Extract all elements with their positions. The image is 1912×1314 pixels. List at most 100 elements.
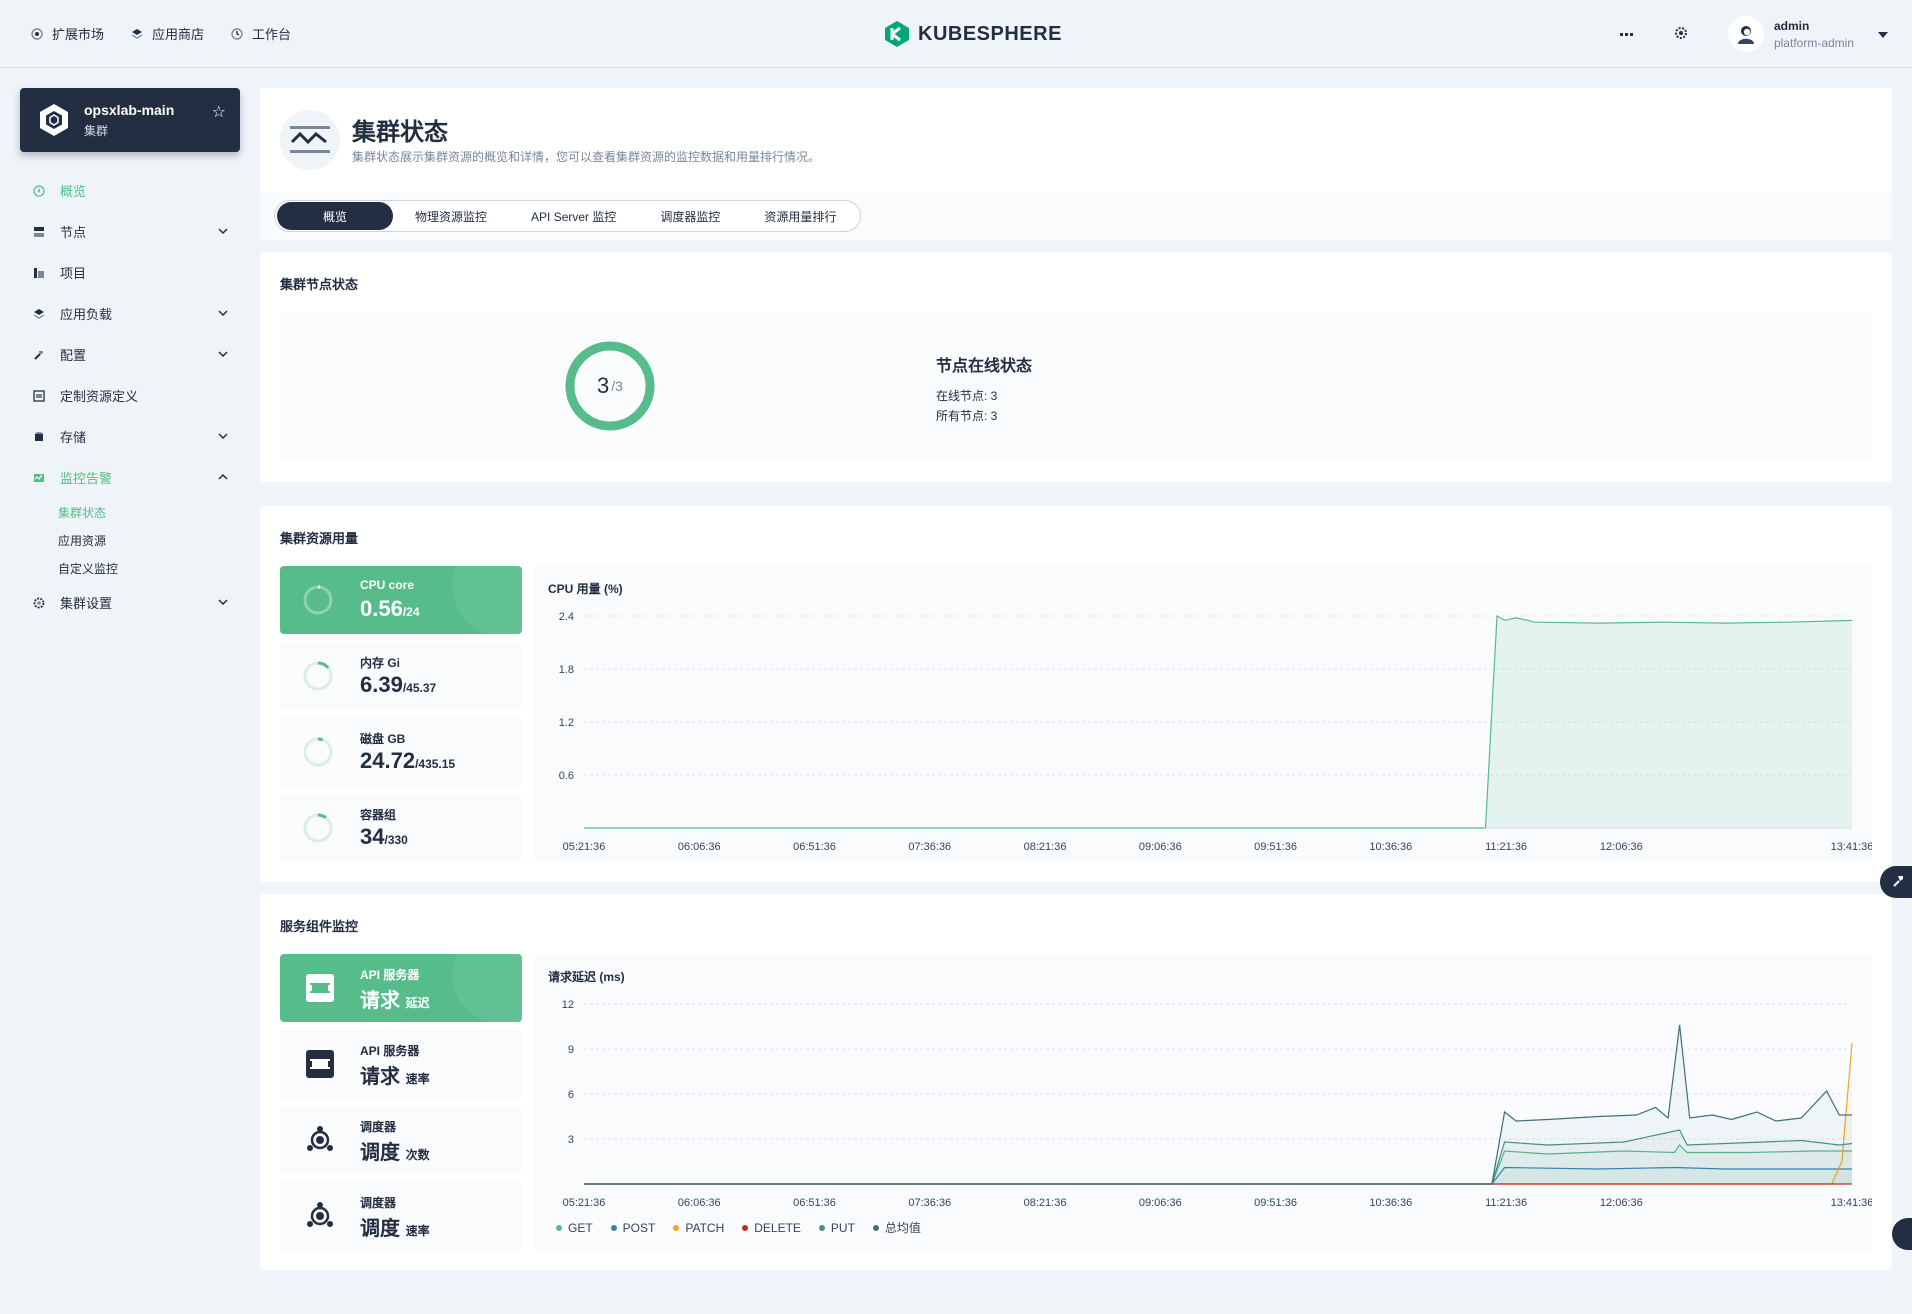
metric-value: 0.56/24 <box>360 596 420 622</box>
topnav-label: 工作台 <box>252 27 292 42</box>
metric-total: /45.37 <box>402 681 437 695</box>
sidebar-item-nodes[interactable]: 节点 <box>20 211 240 252</box>
legend-item-patch[interactable]: PATCH <box>673 1219 724 1236</box>
sidebar-subitem-cluster-status[interactable]: 集群状态 <box>20 498 240 526</box>
top-bar: 扩展市场 应用商店 工作台 KUBESPHERE admin platform-… <box>0 0 1912 68</box>
legend-item-post[interactable]: POST <box>610 1219 655 1236</box>
page-header: 集群状态 集群状态展示集群资源的概览和详情，您可以查看集群资源的监控数据和用量排… <box>260 88 1892 192</box>
topnav-workbench[interactable]: 工作台 <box>230 24 291 43</box>
page-title: 集群状态 <box>352 119 448 146</box>
x-tick-label: 13:41:36 <box>1831 841 1872 853</box>
tab-physical-resources[interactable]: 物理资源监控 <box>393 202 509 230</box>
cluster-type: 集群 <box>84 124 109 138</box>
metric-label: 容器组 <box>360 808 397 822</box>
service-unit: 速率 <box>405 1224 430 1238</box>
sidebar-item-projects[interactable]: 项目 <box>20 252 240 293</box>
metric-pods[interactable]: 容器组 34/330 <box>280 794 522 862</box>
scheduler-icon <box>304 1200 336 1232</box>
tab-resource-ranking[interactable]: 资源用量排行 <box>742 202 858 230</box>
apps-grid-icon[interactable] <box>1619 27 1634 41</box>
x-tick-label: 10:36:36 <box>1369 841 1412 853</box>
tab-api-server[interactable]: API Server 监控 <box>509 202 638 230</box>
x-tick-label: 09:06:36 <box>1139 841 1182 853</box>
tab-scheduler[interactable]: 调度器监控 <box>638 202 742 230</box>
legend-item-total[interactable]: 总均值 <box>872 1219 921 1236</box>
metric-value-number: 6.39 <box>360 672 403 697</box>
tab-overview[interactable]: 概览 <box>277 202 393 230</box>
metric-value: 24.72/435.15 <box>360 748 455 774</box>
legend-dot <box>742 1224 749 1231</box>
service-label: API 服务器 <box>360 968 420 982</box>
legend-dot <box>872 1224 879 1231</box>
usage-ring <box>303 813 333 843</box>
sidebar-item-label: 节点 <box>60 225 87 240</box>
y-tick-label: 3 <box>568 1134 574 1146</box>
metric-memory[interactable]: 内存 Gi 6.39/45.37 <box>280 642 522 710</box>
legend-item-put[interactable]: PUT <box>818 1219 855 1236</box>
legend-label: GET <box>568 1220 593 1235</box>
service-unit: 延迟 <box>405 996 430 1010</box>
metric-cpu[interactable]: CPU core 0.56/24 <box>280 566 522 634</box>
gear-icon[interactable] <box>1674 26 1688 43</box>
service-value-text: 调度 <box>360 1142 400 1164</box>
service-api-latency[interactable]: API 服务器 请求 延迟 <box>280 954 522 1022</box>
x-tick-label: 08:21:36 <box>1024 841 1067 853</box>
api-server-icon <box>304 1048 336 1080</box>
x-tick-label: 09:06:36 <box>1139 1197 1182 1209</box>
service-label: 调度器 <box>360 1120 397 1134</box>
topnav-label: 扩展市场 <box>52 27 105 42</box>
service-label: API 服务器 <box>360 1044 420 1058</box>
tabs: 概览 物理资源监控 API Server 监控 调度器监控 资源用量排行 <box>274 200 862 232</box>
sidebar-item-overview[interactable]: 概览 <box>20 170 240 211</box>
service-scheduler-rate[interactable]: 调度器 调度 速率 <box>280 1182 522 1250</box>
service-value-text: 请求 <box>360 1066 400 1088</box>
sidebar-item-cluster-settings[interactable]: 集群设置 <box>20 582 240 623</box>
metric-disk[interactable]: 磁盘 GB 24.72/435.15 <box>280 718 522 786</box>
node-info: 节点在线状态 在线节点: 3 所有节点: 3 <box>936 352 1032 426</box>
metric-value-number: 0.56 <box>360 596 403 621</box>
metric-value-number: 34 <box>360 824 385 849</box>
chevron-up-icon <box>218 469 228 483</box>
topnav-extension-market[interactable]: 扩展市场 <box>30 24 104 43</box>
top-right-tools: admin platform-admin <box>1619 16 1888 52</box>
kubesphere-logo[interactable]: KUBESPHERE <box>884 20 1062 48</box>
service-scheduler-count[interactable]: 调度器 调度 次数 <box>280 1106 522 1174</box>
sidebar-item-crd[interactable]: 定制资源定义 <box>20 375 240 416</box>
cluster-switcher[interactable]: opsxlab-main 集群 ☆ <box>20 88 240 152</box>
ring-track <box>303 813 333 843</box>
node-total-count: /3 <box>611 378 623 394</box>
user-menu[interactable]: admin platform-admin <box>1727 16 1888 52</box>
y-tick-label: 2.4 <box>559 611 574 623</box>
nodes-icon <box>32 225 46 239</box>
monitoring-icon <box>32 471 46 485</box>
x-tick-label: 09:51:36 <box>1254 841 1297 853</box>
overview-icon <box>32 184 46 198</box>
sidebar-item-config[interactable]: 配置 <box>20 334 240 375</box>
sidebar-item-label: 定制资源定义 <box>60 389 139 404</box>
floating-tool-button[interactable] <box>1880 866 1912 898</box>
sidebar-subitem-custom-monitoring[interactable]: 自定义监控 <box>20 554 240 582</box>
x-tick-label: 13:41:36 <box>1831 1197 1872 1209</box>
sidebar-item-label: 项目 <box>60 266 87 281</box>
star-icon[interactable]: ☆ <box>212 102 226 122</box>
metric-total: /435.15 <box>415 757 456 771</box>
metric-value: 34/330 <box>360 824 408 850</box>
service-value: 请求 速率 <box>360 1060 430 1089</box>
sidebar-item-monitoring[interactable]: 监控告警 <box>20 457 240 498</box>
hammer-icon <box>1891 874 1905 891</box>
floating-help-button[interactable] <box>1892 1218 1912 1250</box>
cpu-usage-chart: CPU 用量 (%) 0.6 1.2 1.8 2.4 05:21:36 06:06:36 0… <box>534 566 1872 862</box>
chart-legend: GET POST PATCH DELETE PUT 总均值 <box>556 1219 921 1236</box>
service-api-rate[interactable]: API 服务器 请求 速率 <box>280 1030 522 1098</box>
x-tick-label: 06:06:36 <box>678 841 721 853</box>
kubesphere-logo-icon <box>885 21 909 47</box>
x-tick-label: 06:51:36 <box>793 1197 836 1209</box>
topnav-app-store[interactable]: 应用商店 <box>130 24 204 43</box>
sidebar-item-workloads[interactable]: 应用负载 <box>20 293 240 334</box>
sidebar-subitem-app-resources[interactable]: 应用资源 <box>20 526 240 554</box>
legend-item-delete[interactable]: DELETE <box>742 1219 801 1236</box>
sidebar-item-storage[interactable]: 存储 <box>20 416 240 457</box>
legend-label: PATCH <box>685 1220 725 1235</box>
legend-item-get[interactable]: GET <box>556 1219 593 1236</box>
x-tick-label: 05:21:36 <box>563 1197 606 1209</box>
